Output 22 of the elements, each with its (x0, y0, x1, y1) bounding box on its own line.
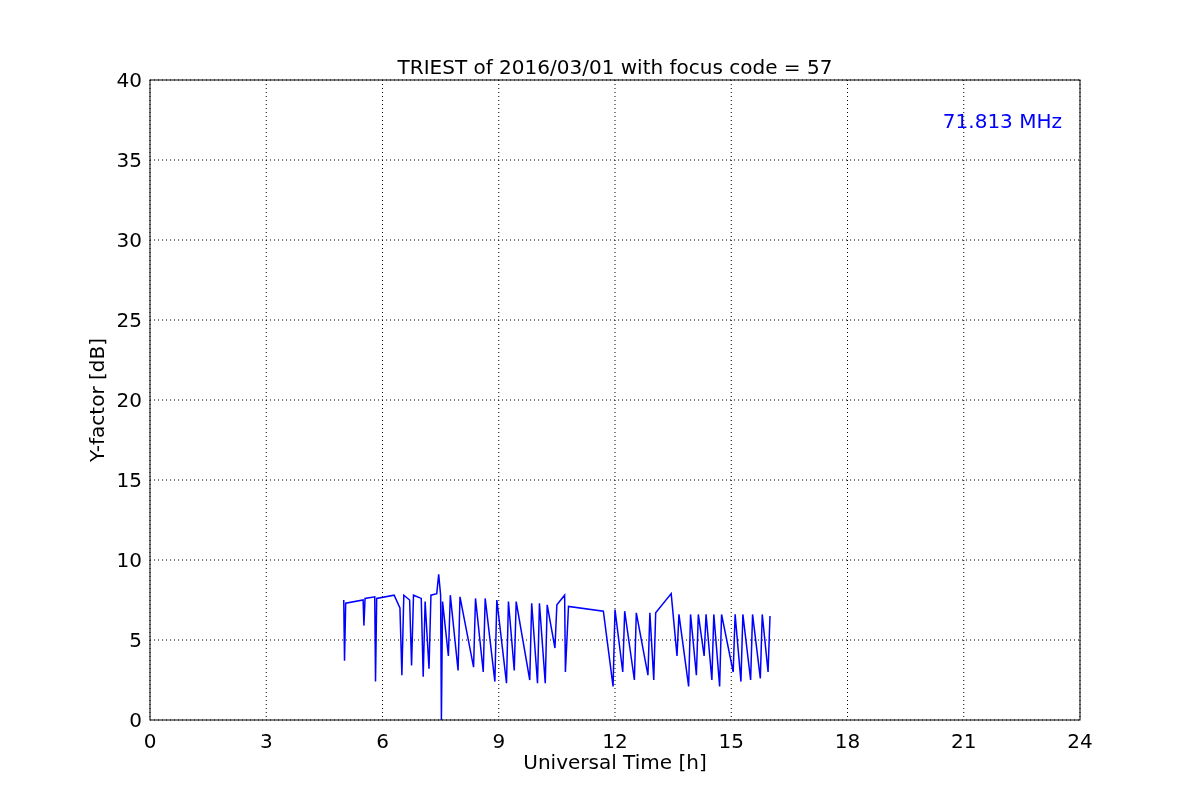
y-tick-label: 30 (116, 228, 142, 252)
y-axis-label: Y-factor [dB] (85, 338, 109, 462)
x-tick-label: 9 (492, 729, 506, 753)
x-tick-label: 12 (602, 729, 628, 753)
x-axis-label: Universal Time [h] (523, 750, 707, 774)
x-tick-label: 6 (376, 729, 389, 753)
y-tick-label: 40 (116, 68, 142, 92)
y-tick-label: 25 (116, 308, 142, 332)
x-tick-label: 3 (259, 729, 273, 753)
y-tick-label: 15 (116, 468, 142, 492)
series-label: 71.813 MHz (942, 109, 1062, 133)
chart-title: TRIEST of 2016/03/01 with focus code = 57 (397, 55, 833, 79)
x-tick-label: 15 (718, 729, 744, 753)
x-tick-label: 24 (1067, 729, 1093, 753)
y-tick-label: 20 (116, 388, 142, 412)
y-tick-label: 5 (129, 628, 142, 652)
y-tick-label: 10 (116, 548, 142, 572)
y-tick-label: 35 (116, 148, 142, 172)
y-tick-label: 0 (129, 708, 142, 732)
x-tick-label: 0 (143, 729, 157, 753)
x-tick-label: 21 (951, 729, 977, 753)
x-tick-label: 18 (834, 729, 861, 753)
